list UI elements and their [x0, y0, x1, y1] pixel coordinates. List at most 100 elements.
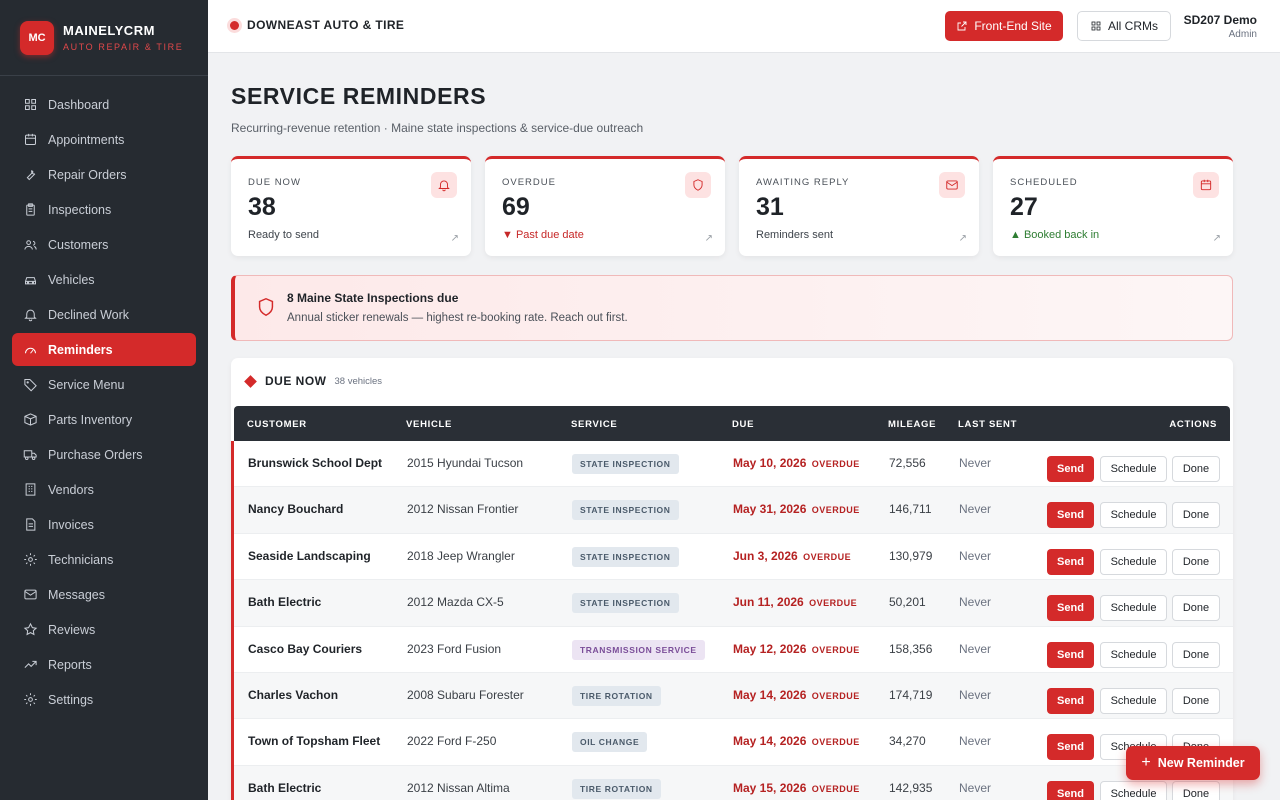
table-row[interactable]: Casco Bay Couriers 2023 Ford Fusion TRANSM…	[234, 627, 1233, 673]
brand-logo: MC	[20, 20, 54, 55]
sidebar-item-reviews[interactable]: Reviews	[12, 613, 196, 646]
sidebar-item-reminders[interactable]: Reminders	[12, 333, 196, 366]
header-actions: ACTIONS	[1169, 419, 1217, 430]
vehicle: 2012 Nissan Frontier	[407, 502, 519, 517]
sidebar-item-inspections[interactable]: Inspections	[12, 193, 196, 226]
sidebar-item-declined-work[interactable]: Declined Work	[12, 298, 196, 331]
sidebar-item-reports[interactable]: Reports	[12, 648, 196, 681]
clipboard-icon	[22, 202, 38, 218]
sidebar-item-dashboard[interactable]: Dashboard	[12, 88, 196, 121]
send-button[interactable]: Send	[1047, 595, 1094, 622]
sidebar-item-settings[interactable]: Settings	[12, 683, 196, 716]
overdue-label: OVERDUE	[811, 737, 860, 748]
users-icon	[22, 237, 38, 253]
schedule-button[interactable]: Schedule	[1100, 641, 1167, 668]
mileage: 142,935	[889, 780, 933, 795]
send-button[interactable]: Send	[1047, 780, 1094, 800]
table-row[interactable]: Bath Electric 2012 Nissan Altima TIRE ROTA…	[234, 765, 1233, 800]
sidebar-item-vehicles[interactable]: Vehicles	[12, 263, 196, 296]
customer-name[interactable]: Nancy Bouchard	[248, 502, 343, 516]
vehicle: 2015 Hyundai Tucson	[407, 456, 524, 470]
page-subtitle: Recurring-revenue retention · Maine stat…	[231, 121, 644, 135]
building-icon	[22, 482, 38, 498]
brand-name: MAINELYCRM	[63, 23, 155, 38]
stat-card-overdue[interactable]: OVERDUE 69 ▼ Past due date ↗	[485, 156, 725, 256]
table-row[interactable]: Town of Topsham Fleet 2022 Ford F-250 OIL …	[234, 719, 1233, 766]
customer-name[interactable]: Bath Electric	[248, 781, 321, 795]
vehicle: 2012 Mazda CX-5	[407, 595, 504, 610]
send-button[interactable]: Send	[1047, 502, 1094, 529]
panel-count: 38 vehicles	[334, 375, 383, 387]
customer-name[interactable]: Casco Bay Couriers	[248, 642, 362, 656]
alert-subtitle: Annual sticker renewals — highest re-boo…	[287, 312, 628, 324]
bell-icon	[22, 307, 38, 323]
customer-name[interactable]: Charles Vachon	[248, 688, 338, 702]
done-button[interactable]: Done	[1172, 687, 1220, 714]
schedule-button[interactable]: Schedule	[1100, 502, 1167, 529]
user-name: SD207 Demo	[1183, 13, 1257, 27]
sidebar-item-technicians[interactable]: Technicians	[12, 543, 196, 576]
done-button[interactable]: Done	[1172, 456, 1220, 482]
send-button[interactable]: Send	[1047, 456, 1094, 482]
table-row[interactable]: Brunswick School Dept 2015 Hyundai Tucson…	[234, 441, 1233, 488]
all-crms-button[interactable]: All CRMs	[1077, 11, 1171, 41]
done-button[interactable]: Done	[1172, 548, 1220, 575]
overdue-label: OVERDUE	[803, 551, 852, 562]
trend-icon	[22, 657, 38, 673]
schedule-button[interactable]: Schedule	[1100, 780, 1167, 800]
schedule-button[interactable]: Schedule	[1100, 456, 1167, 482]
customer-name[interactable]: Town of Topsham Fleet	[248, 734, 380, 748]
grid-icon	[1091, 21, 1101, 31]
send-button[interactable]: Send	[1047, 548, 1094, 575]
stat-card-awaiting-reply[interactable]: AWAITING REPLY 31 Reminders sent ↗	[739, 156, 979, 256]
stat-card-due-now[interactable]: DUE NOW 38 Ready to send ↗	[231, 156, 471, 256]
overdue-label: OVERDUE	[811, 505, 860, 516]
table-row[interactable]: Seaside Landscaping 2018 Jeep Wrangler STA…	[234, 534, 1233, 581]
done-button[interactable]: Done	[1172, 502, 1220, 529]
schedule-button[interactable]: Schedule	[1100, 687, 1167, 714]
last-sent: Never	[959, 641, 992, 656]
schedule-button[interactable]: Schedule	[1100, 548, 1167, 575]
plus-icon: +	[1141, 754, 1151, 771]
document-icon	[22, 517, 38, 533]
last-sent: Never	[959, 595, 992, 610]
sidebar-item-label: Messages	[48, 587, 105, 602]
new-reminder-button[interactable]: + New Reminder	[1126, 746, 1260, 780]
front-end-site-button[interactable]: Front-End Site	[945, 11, 1063, 41]
shield-icon	[255, 296, 277, 318]
brand[interactable]: MC MAINELYCRM AUTO REPAIR & TIRE	[0, 0, 208, 76]
send-button[interactable]: Send	[1047, 687, 1094, 714]
done-button[interactable]: Done	[1172, 641, 1220, 668]
sidebar-item-repair-orders[interactable]: Repair Orders	[12, 158, 196, 191]
table-row[interactable]: Nancy Bouchard 2012 Nissan Frontier STATE …	[234, 487, 1233, 534]
send-button[interactable]: Send	[1047, 641, 1094, 668]
table-row[interactable]: Bath Electric 2012 Mazda CX-5 STATE INSPEC…	[234, 580, 1233, 627]
sidebar-item-messages[interactable]: Messages	[12, 578, 196, 611]
done-button[interactable]: Done	[1172, 780, 1220, 800]
schedule-button[interactable]: Schedule	[1100, 595, 1167, 622]
sidebar-item-label: Appointments	[48, 132, 125, 147]
user-menu[interactable]: SD207 Demo Admin	[1184, 13, 1257, 40]
due-date: Jun 3, 2026 OVERDUE	[733, 548, 852, 563]
sidebar-item-appointments[interactable]: Appointments	[12, 123, 196, 156]
customer-name[interactable]: Bath Electric	[248, 595, 321, 609]
customer-name[interactable]: Brunswick School Dept	[248, 456, 382, 470]
main-content: SERVICE REMINDERS Recurring-revenue rete…	[208, 53, 1280, 800]
sidebar-item-label: Repair Orders	[48, 167, 127, 182]
sidebar-item-label: Invoices	[48, 517, 94, 532]
settings-icon	[22, 692, 38, 708]
sidebar-item-customers[interactable]: Customers	[12, 228, 196, 261]
alert-title: 8 Maine State Inspections due	[287, 291, 459, 305]
sidebar-item-invoices[interactable]: Invoices	[12, 508, 196, 541]
sidebar-item-purchase-orders[interactable]: Purchase Orders	[12, 438, 196, 471]
table-row[interactable]: Charles Vachon 2008 Subaru Forester TIRE R…	[234, 672, 1233, 720]
sidebar-item-service-menu[interactable]: Service Menu	[12, 368, 196, 401]
done-button[interactable]: Done	[1172, 595, 1220, 622]
sidebar-item-parts-inventory[interactable]: Parts Inventory	[12, 403, 196, 436]
topbar: DOWNEAST AUTO & TIRE Front-End Site All …	[208, 0, 1280, 53]
table-body: Brunswick School Dept 2015 Hyundai Tucson…	[231, 441, 1233, 800]
send-button[interactable]: Send	[1047, 734, 1094, 761]
sidebar-item-vendors[interactable]: Vendors	[12, 473, 196, 506]
stat-card-scheduled[interactable]: SCHEDULED 27 ▲ Booked back in ↗	[993, 156, 1233, 256]
customer-name[interactable]: Seaside Landscaping	[248, 549, 371, 563]
